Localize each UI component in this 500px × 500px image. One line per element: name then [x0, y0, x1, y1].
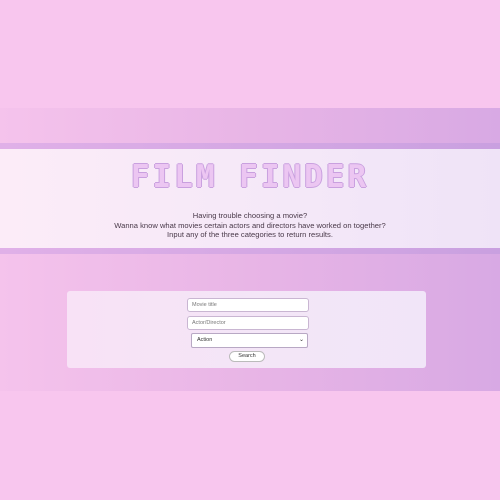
genre-selected-value: Action: [197, 337, 213, 343]
search-button[interactable]: Search: [229, 351, 265, 362]
movie-title-input[interactable]: Movie title: [187, 298, 309, 312]
chevron-down-icon: ⌄: [298, 337, 304, 343]
header: FILM FINDER Having trouble choosing a mo…: [0, 149, 500, 248]
search-form: Movie title Actor/Director Action ⌄ Sear…: [67, 291, 426, 368]
description-line: Wanna know what movies certain actors an…: [114, 220, 386, 230]
genre-select[interactable]: Action ⌄: [191, 333, 308, 348]
description-line: Input any of the three categories to ret…: [167, 230, 333, 239]
page-title: FILM FINDER: [130, 159, 370, 195]
description: Having trouble choosing a movie? Wanna k…: [0, 211, 500, 240]
movie-title-placeholder: Movie title: [192, 302, 217, 308]
actor-director-input[interactable]: Actor/Director: [187, 316, 309, 330]
description-line: Having trouble choosing a movie?: [192, 211, 308, 220]
actor-director-placeholder: Actor/Director: [192, 320, 226, 326]
